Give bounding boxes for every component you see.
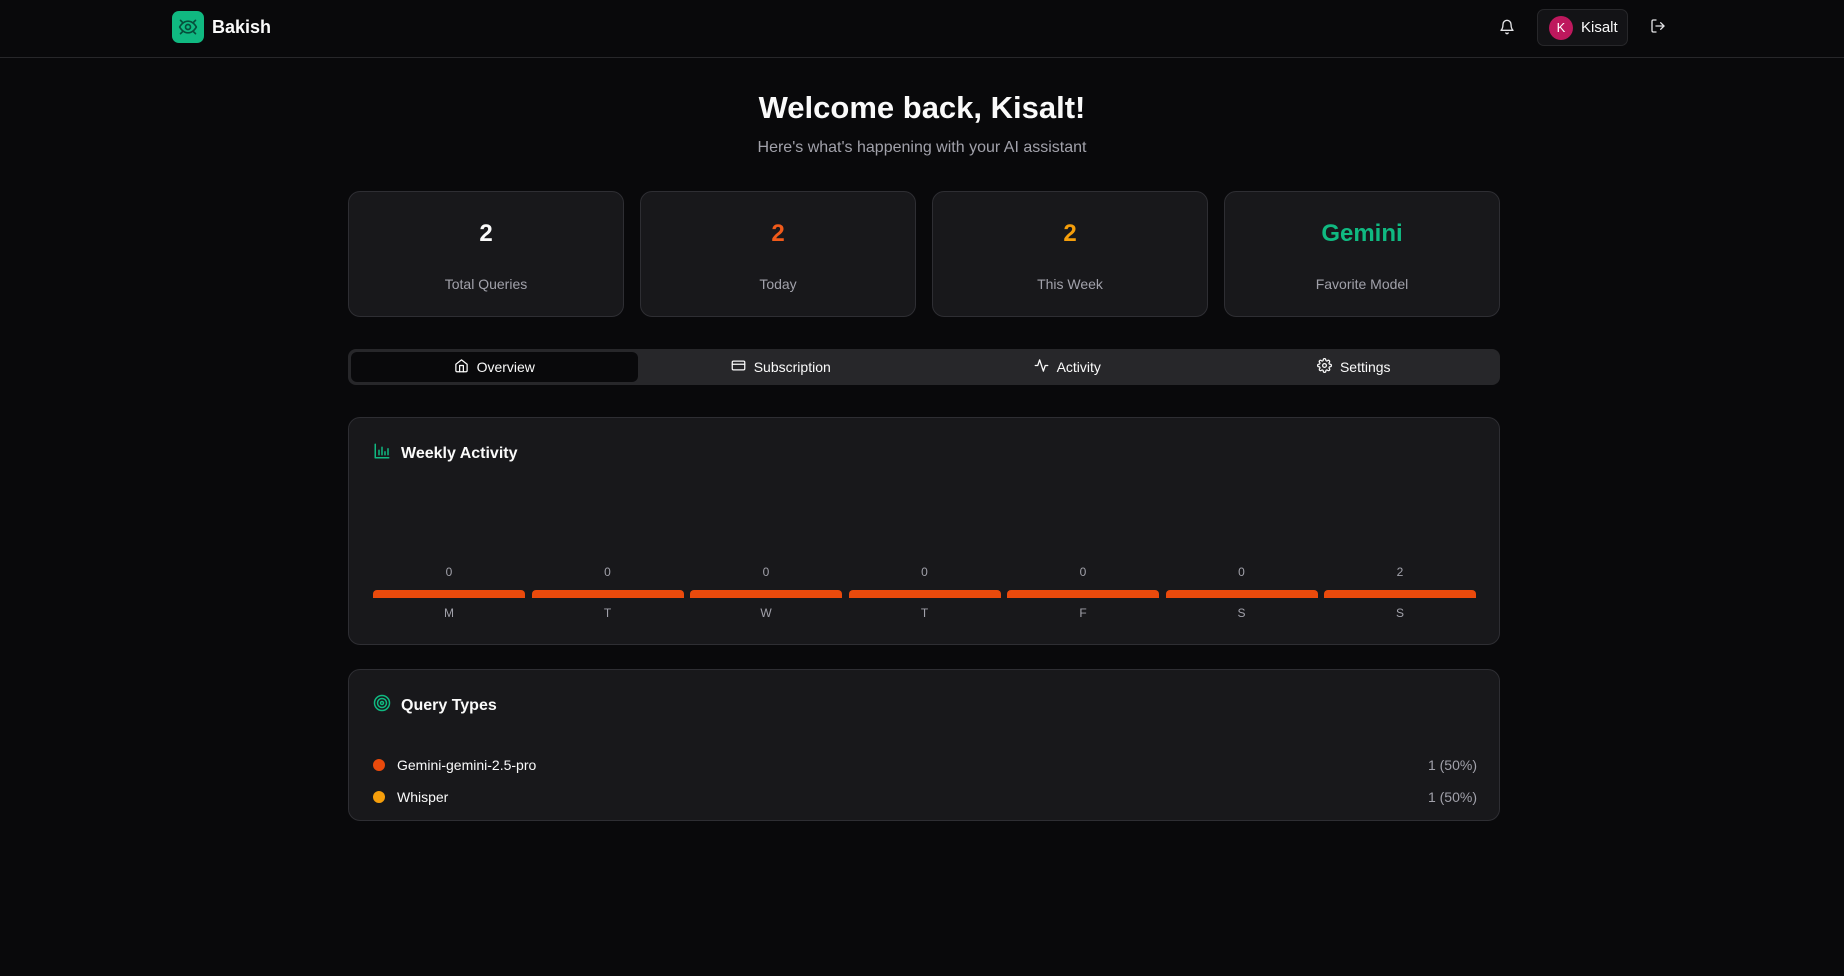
chart-column: 0T [848,418,1001,644]
bar-value-label: 0 [1079,565,1087,579]
home-icon [454,358,469,376]
query-type-name: Whisper [397,789,449,805]
chart-bar [531,590,684,598]
bar-value-label: 0 [921,565,928,579]
activity-icon [1034,358,1049,376]
tab-list: Overview Subscription Activity Settings [348,349,1500,385]
stat-value: 2 [771,220,785,247]
bar-value-label: 2 [1396,565,1404,579]
panel-title: Query Types [401,696,497,714]
query-type-value: 1 (50%) [1427,789,1477,805]
list-item: Whisper 1 (50%) [373,787,1477,807]
log-out-icon[interactable] [1648,16,1668,36]
chart-column: 0T [531,418,684,644]
bar-day-label: T [603,606,612,620]
bar-value-label: 0 [604,565,611,579]
stat-card-total-queries: 2 Total Queries [348,191,624,317]
tab-overview[interactable]: Overview [351,352,638,382]
bar-day-label: S [1395,606,1404,620]
tab-subscription[interactable]: Subscription [638,352,925,382]
stat-card-this-week: 2 This Week [932,191,1208,317]
tab-settings[interactable]: Settings [1211,352,1498,382]
stat-label: This Week [1037,276,1103,292]
target-icon [373,694,391,717]
chart-column: 0F [1007,418,1159,644]
chart-bar [848,590,1001,598]
chart-bar [1324,590,1476,598]
bar-value-label: 0 [445,565,453,579]
user-name: Kisalt [1581,19,1618,36]
query-type-name: Gemini-gemini-2.5-pro [397,757,537,773]
stat-label: Total Queries [444,276,528,292]
credit-card-icon [731,358,746,376]
chart-column: 0W [690,418,842,644]
chart-bar [690,590,842,598]
avatar: K [1549,15,1573,40]
chart-column: 0S [1165,418,1318,644]
user-menu-button[interactable]: K Kisalt [1537,9,1628,46]
stat-card-today: 2 Today [640,191,916,317]
stat-value: Gemini [1321,220,1403,247]
eye-icon [172,11,204,43]
bar-value-label: 0 [762,565,770,579]
stat-label: Today [759,276,797,292]
query-types-panel: Query Types Gemini-gemini-2.5-pro 1 (50%… [348,669,1500,821]
stat-value: 2 [1063,220,1077,247]
stat-label: Favorite Model [1315,276,1409,292]
query-type-value: 1 (50%) [1427,757,1477,773]
page-title: Welcome back, Kisalt! [758,90,1086,125]
page-subtitle: Here's what's happening with your AI ass… [757,139,1087,156]
stat-card-favorite-model: Gemini Favorite Model [1224,191,1500,317]
top-navbar: Bakish K Kisalt [0,0,1844,58]
bar-day-label: F [1079,606,1087,620]
weekly-activity-panel: Weekly Activity 0M0T0W0T0F0S2S [348,417,1500,645]
chart-column: 2S [1324,418,1476,644]
tab-label: Activity [1056,359,1101,375]
bar-day-label: S [1237,606,1246,620]
chart-bar [1007,590,1159,598]
gear-icon [1317,358,1332,376]
chart-column: 0M [373,418,525,644]
legend-dot [373,791,385,803]
brand-name: Bakish [212,16,272,37]
bar-value-label: 0 [1238,565,1245,579]
chart-bar [373,590,525,598]
chart-bar [1165,590,1318,598]
stat-value: 2 [479,220,493,247]
tab-activity[interactable]: Activity [924,352,1211,382]
list-item: Gemini-gemini-2.5-pro 1 (50%) [373,755,1477,775]
bar-day-label: T [920,606,929,620]
bar-day-label: W [760,606,772,620]
bar-day-label: M [444,606,454,620]
bell-icon[interactable] [1497,17,1517,37]
panel-header: Query Types [373,694,497,717]
brand[interactable]: Bakish [172,11,271,43]
legend-dot [373,759,385,771]
tab-label: Overview [476,359,535,375]
tab-label: Subscription [753,359,831,375]
tab-label: Settings [1339,359,1391,375]
